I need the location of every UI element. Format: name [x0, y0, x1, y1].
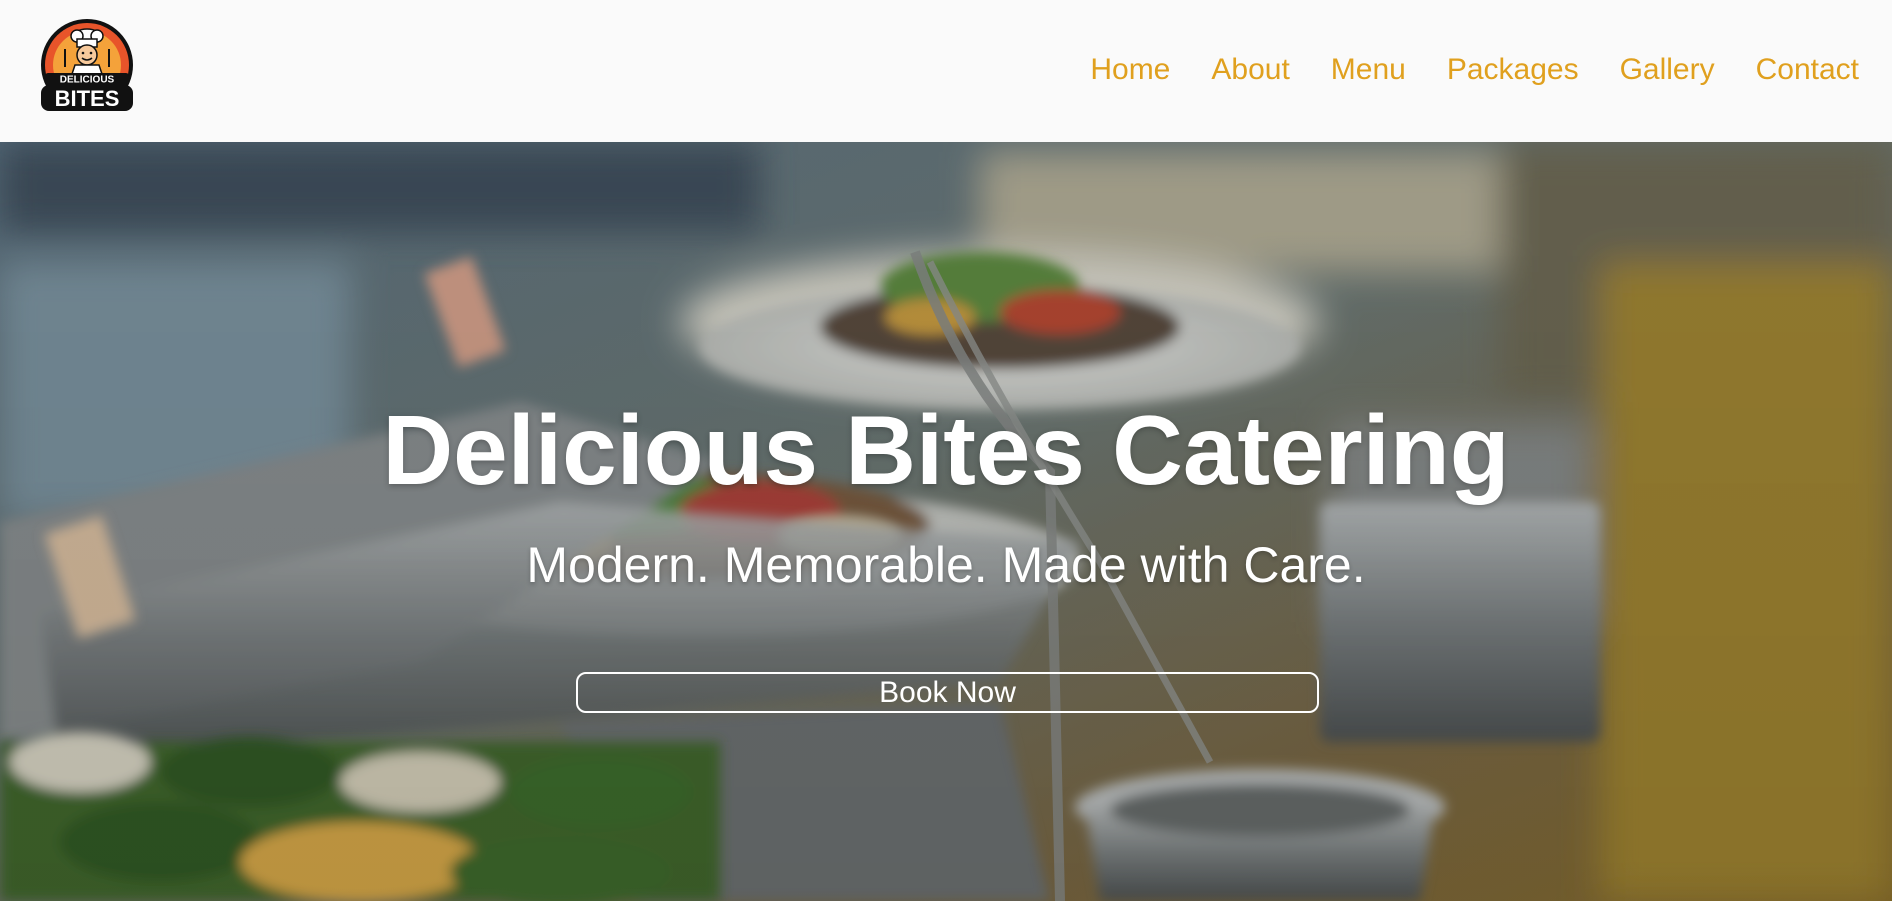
- hero-title: Delicious Bites Catering: [382, 395, 1510, 505]
- site-header: DELICIOUS BITES Home About Menu Packages…: [0, 0, 1892, 142]
- logo-text-bottom: BITES: [55, 86, 120, 111]
- nav-home[interactable]: Home: [1090, 50, 1170, 90]
- nav-menu[interactable]: Menu: [1331, 50, 1406, 90]
- nav-gallery[interactable]: Gallery: [1620, 50, 1715, 90]
- hero-subtitle: Modern. Memorable. Made with Care.: [526, 537, 1366, 593]
- nav-about[interactable]: About: [1211, 50, 1289, 90]
- book-now-button[interactable]: Book Now: [576, 672, 1319, 713]
- logo[interactable]: DELICIOUS BITES: [37, 19, 137, 115]
- hero-background-image: [0, 142, 1892, 901]
- logo-text-top: DELICIOUS: [60, 75, 115, 86]
- nav-packages[interactable]: Packages: [1447, 50, 1579, 90]
- hero-section: Delicious Bites Catering Modern. Memorab…: [0, 142, 1892, 901]
- main-nav: Home About Menu Packages Gallery Contact: [1090, 50, 1859, 90]
- nav-contact[interactable]: Contact: [1756, 50, 1859, 90]
